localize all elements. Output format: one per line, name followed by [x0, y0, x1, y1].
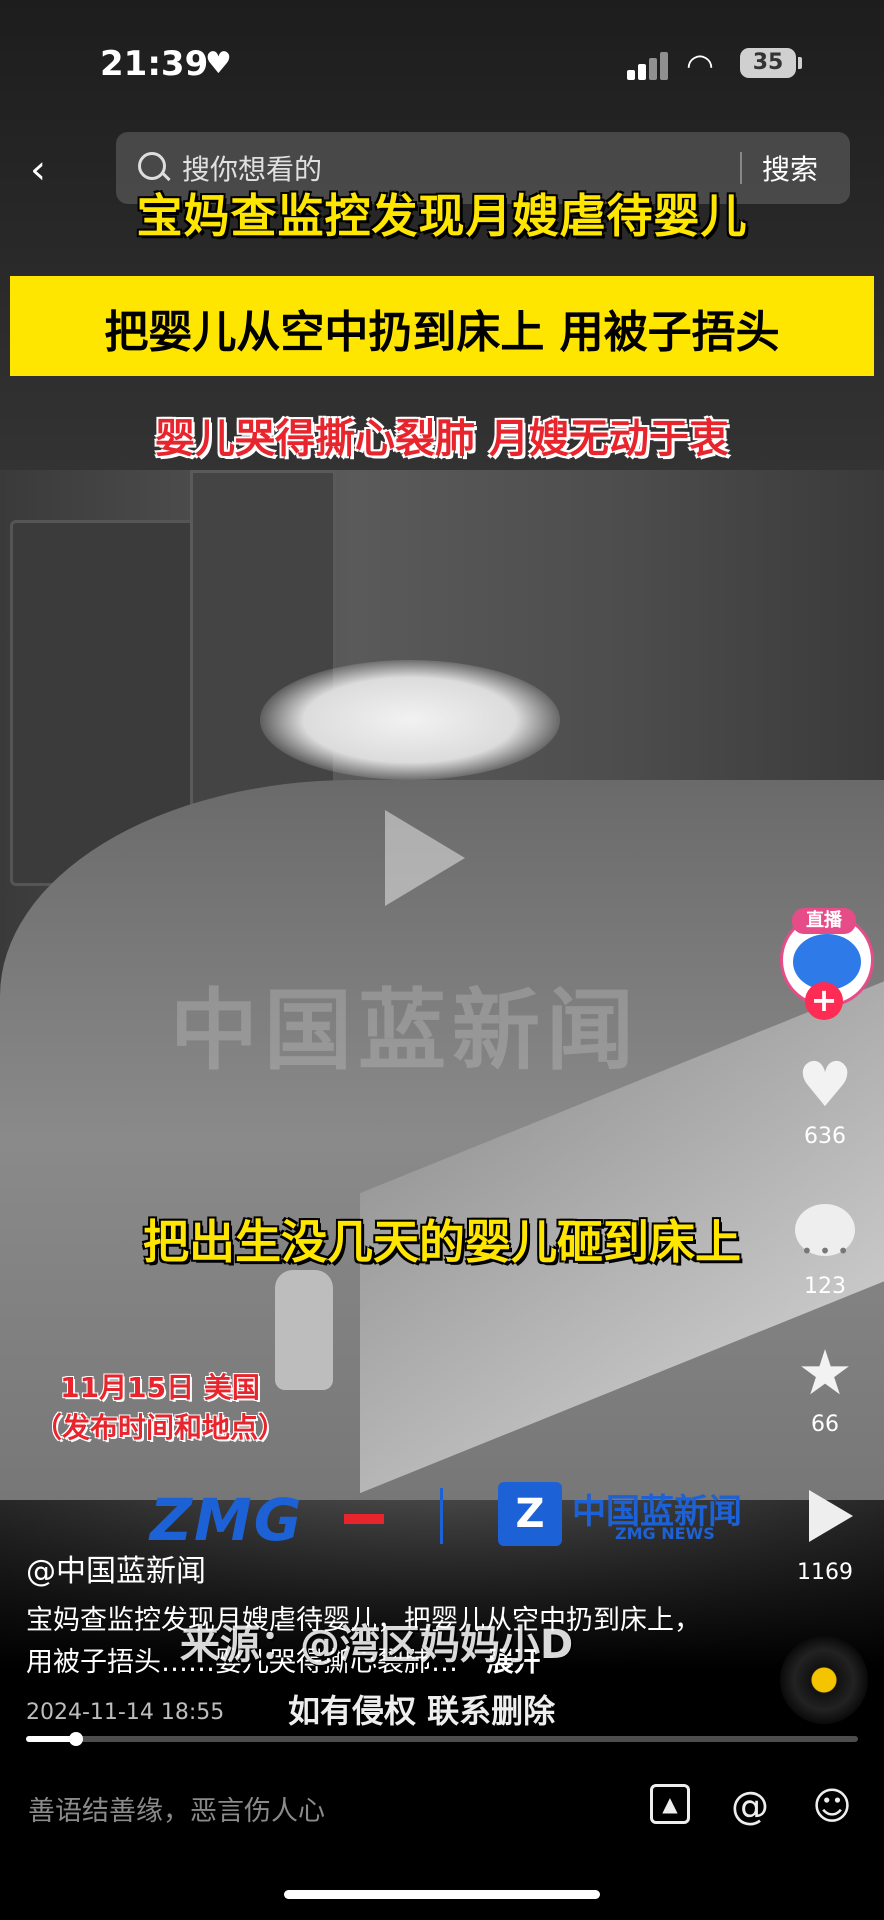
video-progress[interactable]	[26, 1732, 858, 1746]
headline-sub: 把婴儿从空中扔到床上 用被子捂头	[104, 307, 780, 358]
live-badge[interactable]: 直播	[792, 908, 856, 934]
status-bar: 21:39 ♥ ◠ 35	[0, 0, 884, 120]
play-icon[interactable]	[385, 810, 465, 906]
news-logo-sub: ZMG NEWS	[615, 1524, 715, 1543]
comment-icon	[795, 1204, 855, 1286]
follow-button[interactable]: +	[805, 982, 843, 1020]
video-watermark: 中国蓝新闻	[170, 979, 641, 1082]
heart-status-icon: ♥	[205, 46, 232, 81]
wifi-icon: ◠	[686, 46, 714, 84]
battery-tip	[798, 57, 802, 69]
share-button[interactable]: 1169	[780, 1486, 870, 1585]
headline-third: 婴儿哭得撕心裂肺 月嫂无动于衷	[155, 416, 729, 462]
zmg-logo-accent	[344, 1514, 384, 1524]
favorite-button[interactable]: ★ 66	[780, 1336, 870, 1438]
source-watermark: 来源：@湾区妈妈小D	[180, 1622, 574, 1668]
comment-input[interactable]	[26, 1790, 610, 1832]
zmg-logo: ZMG	[150, 1486, 304, 1554]
date-note-line1: 11月15日 美国	[60, 1371, 260, 1404]
emoji-icon[interactable]: ☺	[810, 1784, 854, 1828]
share-icon	[809, 1490, 853, 1542]
blurred-baby	[260, 660, 560, 780]
heart-icon: ♥	[797, 1048, 853, 1121]
at-icon[interactable]: @	[728, 1784, 772, 1828]
music-disc[interactable]	[780, 1636, 868, 1724]
image-icon[interactable]: ▲	[650, 1784, 690, 1824]
headline-main: 宝妈查监控发现月嫂虐待婴儿	[136, 189, 748, 243]
author-name[interactable]: @中国蓝新闻	[26, 1546, 206, 1590]
star-icon: ★	[797, 1336, 853, 1409]
like-count: 636	[804, 1124, 846, 1149]
comment-button[interactable]: 123	[780, 1200, 870, 1299]
status-time: 21:39	[100, 44, 209, 84]
news-logo-icon: Z	[498, 1482, 562, 1546]
video-screen[interactable]: 21:39 ♥ ◠ 35 ‹ 搜索 宝妈查监控发现月嫂虐待婴儿 把婴儿从空中扔到…	[0, 0, 884, 1920]
video-caption: 把出生没几天的婴儿砸到床上	[143, 1215, 741, 1269]
battery-indicator: 35	[740, 48, 796, 78]
rights-note: 如有侵权 联系删除	[288, 1692, 556, 1730]
favorite-count: 66	[811, 1412, 839, 1437]
post-timestamp: 2024-11-14 18:55	[26, 1700, 225, 1725]
logo-divider	[440, 1488, 443, 1544]
home-indicator[interactable]	[284, 1890, 600, 1899]
date-note-line2: （发布时间和地点）	[33, 1411, 286, 1444]
like-button[interactable]: ♥ 636	[780, 1048, 870, 1150]
search-icon	[138, 152, 166, 180]
date-note: 11月15日 美国 （发布时间和地点）	[20, 1368, 300, 1448]
progress-knob[interactable]	[68, 1732, 83, 1746]
signal-icon	[627, 50, 669, 80]
share-count: 1169	[797, 1560, 853, 1585]
